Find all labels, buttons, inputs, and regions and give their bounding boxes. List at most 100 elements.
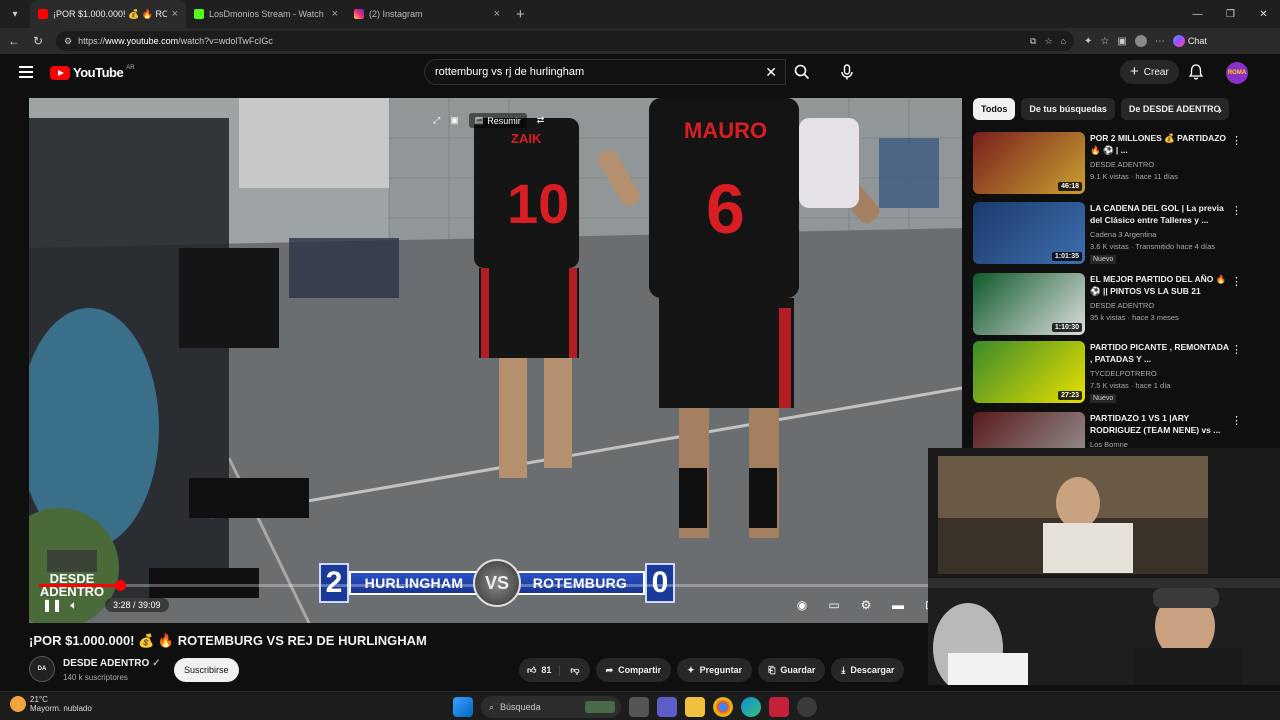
search-highlight-icon [585,701,615,713]
autoplay-toggle-icon[interactable]: ◉ [791,594,813,616]
tab-kick[interactable]: LosDmonios Stream - Watch Live × [186,0,346,28]
youtube-logo[interactable]: YouTube AR [50,65,135,80]
back-icon[interactable]: ← [2,34,26,48]
recommendation-meta: 35 k vistas · hace 3 meses [1090,313,1179,322]
summarize-button[interactable]: ▤ Resumir [468,113,527,128]
maximize-icon[interactable]: ❐ [1214,0,1247,28]
more-options-icon[interactable]: ⋮ [1231,204,1242,217]
new-badge: Nuevo [1090,394,1117,403]
more-options-icon[interactable]: ⋮ [1231,134,1242,147]
video-thumbnail[interactable]: 46:18 [973,132,1085,194]
new-tab-button[interactable]: + [516,6,525,23]
bookmark-star-icon[interactable]: ☆ [1044,36,1052,47]
app-circle-icon[interactable] [797,697,817,717]
tab-instagram[interactable]: (2) Instagram × [346,0,508,28]
install-app-icon[interactable]: ⧉ [1030,36,1036,47]
windows-start-icon[interactable] [453,697,473,717]
user-avatar[interactable]: ROMA [1226,62,1248,84]
reload-icon[interactable]: ↻ [26,34,50,48]
url-host: www.youtube.com [105,36,179,46]
miniplayer-icon[interactable]: ▣ [450,115,459,126]
tab-youtube[interactable]: ¡POR $1.000.000! 💰 🔥 ROTE × [30,0,186,28]
jersey-number-left: 10 [507,172,569,235]
scrubber-handle[interactable] [115,580,126,591]
hamburger-menu-icon[interactable] [19,66,33,78]
close-tab-icon[interactable]: × [494,8,500,20]
weather-widget[interactable]: 21°C Mayorm. nublado [10,695,92,713]
search-input[interactable]: rottemburg vs rj de hurlingham ✕ [424,59,786,85]
more-options-icon[interactable]: ⋮ [1231,275,1242,288]
chat-label: Chat [1187,36,1207,46]
expand-icon[interactable]: ⤢ [433,115,440,126]
close-tab-icon[interactable]: × [172,8,178,20]
recommendation-title[interactable]: POR 2 MILLONES 💰 PARTIDAZO 🔥 ⚽ | ... [1090,132,1230,156]
task-view-icon[interactable] [629,697,649,717]
search-button[interactable] [786,59,818,85]
sparkle-icon: ✦ [687,664,695,675]
ask-button[interactable]: ✦ Preguntar [677,658,753,682]
channel-avatar[interactable]: DA [29,656,55,682]
more-menu-icon[interactable]: ⋯ [1155,36,1165,47]
translate-icon[interactable]: ⇄ [537,115,545,126]
url-path: /watch?v=wdolTwFcIGc [178,36,273,46]
more-options-icon[interactable]: ⋮ [1231,414,1242,427]
windows-taskbar: 21°C Mayorm. nublado ⌕ Búsqueda [0,691,1280,720]
recommendation-card[interactable]: 27:23 PARTIDO PICANTE , REMONTADA , PATAD… [973,341,1263,403]
download-button[interactable]: ⤓ Descargar [831,658,905,682]
chip-all[interactable]: Todos [973,98,1016,120]
recommendation-card[interactable]: 46:18 POR 2 MILLONES 💰 PARTIDAZO 🔥 ⚽ | ..… [973,132,1263,194]
subscribe-button[interactable]: Suscribirse [174,658,239,682]
recommendation-title[interactable]: PARTIDAZO 1 VS 1 |ARY RODRIGUEZ (TEAM NE… [1090,412,1230,436]
save-button[interactable]: ⎗ Guardar [758,658,826,682]
close-tab-icon[interactable]: × [332,8,338,20]
close-window-icon[interactable]: ✕ [1247,0,1280,28]
voice-search-button[interactable] [834,59,860,85]
recommendation-card[interactable]: 1:01:35 LA CADENA DEL GOL | La previa del… [973,202,1263,264]
subtitles-icon[interactable]: ▭ [823,594,845,616]
edge-icon[interactable] [741,697,761,717]
tab-menu-button[interactable]: ▾ [4,3,26,25]
site-info-icon[interactable]: ⚙ [64,36,72,47]
recommendation-title[interactable]: EL MEJOR PARTIDO DEL AÑO 🔥 ⚽ || PINTOS V… [1090,273,1230,297]
more-options-icon[interactable]: ⋮ [1231,343,1242,356]
recommendation-card[interactable]: 1:10:30 EL MEJOR PARTIDO DEL AÑO 🔥 ⚽ || P… [973,273,1263,335]
favorites-icon[interactable]: ☆ [1100,36,1109,47]
save-label: Guardar [780,665,816,675]
profile-icon[interactable] [1134,35,1147,47]
taskbar-search[interactable]: ⌕ Búsqueda [481,696,621,718]
file-explorer-icon[interactable] [685,697,705,717]
extension-icon[interactable]: ⌂ [1061,36,1066,47]
collections-icon[interactable]: ▣ [1117,36,1126,47]
recommendation-title[interactable]: LA CADENA DEL GOL | La previa del Clásic… [1090,202,1230,226]
share-button[interactable]: ➦ Compartir [595,658,672,682]
volume-icon[interactable]: 🔈︎ [63,594,85,616]
video-thumbnail[interactable]: 27:23 [973,341,1085,403]
app-red-icon[interactable] [769,697,789,717]
video-thumbnail[interactable]: 1:01:35 [973,202,1085,264]
theater-mode-icon[interactable]: ▬ [887,594,909,616]
chip-from-channel[interactable]: De DESDE ADENTRO [1120,98,1229,120]
bell-icon [1188,64,1204,80]
extensions-icon[interactable]: ✦ [1084,36,1092,47]
video-player[interactable]: 10 ZAIK 6 MAURO ⤢ ▣ ▤ Resumir ⇄ DESDE AD… [29,98,962,623]
video-thumbnail[interactable]: 1:10:30 [973,273,1085,335]
channel-name[interactable]: DESDE ADENTRO ✓ [63,658,160,669]
weather-condition: Mayorm. nublado [30,704,92,713]
teams-icon[interactable] [657,697,677,717]
dislike-button[interactable]: 👎︎ [560,665,589,676]
copilot-chat-button[interactable]: Chat [1172,35,1207,47]
clear-search-icon[interactable]: ✕ [765,64,777,81]
url-field[interactable]: ⚙ https://www.youtube.com/watch?v=wdolTw… [56,31,1074,51]
like-button[interactable]: 👍︎ 81 [519,664,561,676]
chip-from-searches[interactable]: De tus búsquedas [1021,98,1115,120]
recommendation-title[interactable]: PARTIDO PICANTE , REMONTADA , PATADAS Y … [1090,341,1230,365]
youtube-favicon-icon [38,9,48,19]
pause-icon[interactable]: ❚❚ [41,594,63,616]
settings-gear-icon[interactable]: ⚙ [855,594,877,616]
minimize-icon[interactable]: — [1181,0,1214,28]
create-button[interactable]: + Crear [1120,60,1179,84]
chevron-right-icon[interactable]: › [1218,103,1222,117]
chrome-icon[interactable] [713,697,733,717]
notifications-button[interactable] [1188,64,1204,85]
search-value: rottemburg vs rj de hurlingham [435,66,585,78]
